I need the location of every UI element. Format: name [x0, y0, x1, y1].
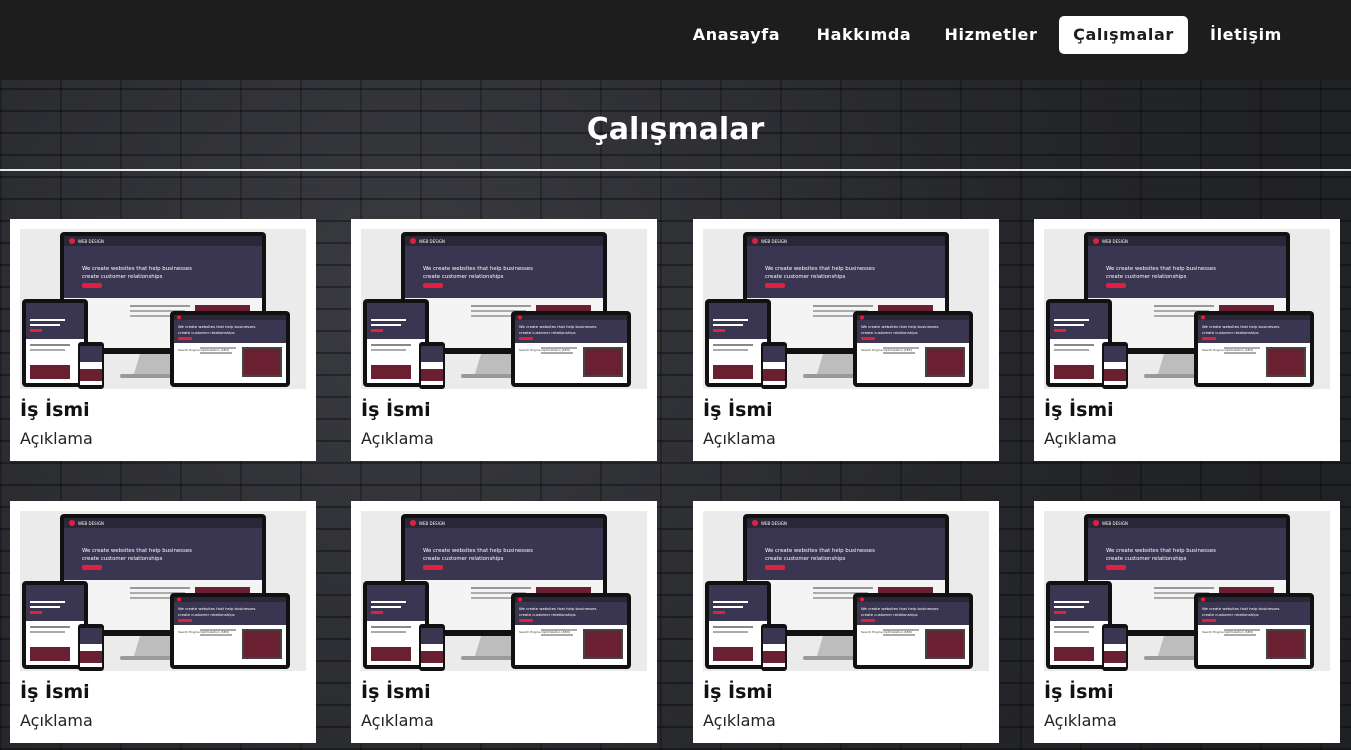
project-title: İş İsmi [20, 681, 90, 703]
svg-text:We create websites that help b: We create websites that help businesses [1202, 606, 1279, 611]
project-description: Açıklama [361, 429, 434, 448]
project-title: İş İsmi [703, 399, 773, 421]
project-description: Açıklama [703, 429, 776, 448]
nav-item-anasayfa[interactable]: Anasayfa [680, 16, 793, 54]
svg-text:WEB DESIGN: WEB DESIGN [78, 239, 104, 244]
svg-text:create customer relationships: create customer relationships [1106, 556, 1187, 562]
project-description: Açıklama [20, 429, 93, 448]
svg-text:We create websites that help b: We create websites that help businesses [519, 606, 596, 611]
responsive-mockup-image: WEB DESIGN We create websites that help … [361, 229, 647, 389]
project-title: İş İsmi [361, 399, 431, 421]
svg-text:WEB DESIGN: WEB DESIGN [1102, 239, 1128, 244]
svg-text:create customer relationships: create customer relationships [861, 612, 918, 617]
svg-text:create customer relationships: create customer relationships [861, 330, 918, 335]
svg-text:We create websites that help b: We create websites that help businesses [178, 606, 255, 611]
svg-text:WEB DESIGN: WEB DESIGN [1102, 521, 1128, 526]
svg-text:create customer relationships: create customer relationships [178, 612, 235, 617]
project-title: İş İsmi [1044, 399, 1114, 421]
responsive-mockup-image: WEB DESIGN We create websites that help … [361, 511, 647, 671]
project-description: Açıklama [20, 711, 93, 730]
svg-text:WEB DESIGN: WEB DESIGN [761, 521, 787, 526]
svg-text:WEB DESIGN: WEB DESIGN [78, 521, 104, 526]
responsive-mockup-image: WEB DESIGN We create websites that help … [1044, 229, 1330, 389]
nav-item-hakkimda[interactable]: Hakkımda [807, 16, 921, 54]
responsive-mockup-image: WEB DESIGN We create websites that help … [703, 229, 989, 389]
project-card[interactable]: WEB DESIGN We create websites that help … [10, 219, 316, 461]
svg-text:create customer relationships: create customer relationships [519, 330, 576, 335]
svg-text:create customer relationships: create customer relationships [178, 330, 235, 335]
project-description: Açıklama [1044, 429, 1117, 448]
responsive-mockup-image: WEB DESIGN We create websites that help … [20, 511, 306, 671]
svg-text:We create websites that help b: We create websites that help businesses [861, 324, 938, 329]
nav-item-hizmetler[interactable]: Hizmetler [935, 16, 1047, 54]
project-card[interactable]: WEB DESIGN We create websites that help … [351, 219, 657, 461]
svg-text:create customer relationships: create customer relationships [423, 556, 504, 562]
svg-text:create customer relationships: create customer relationships [1202, 330, 1259, 335]
project-card[interactable]: WEB DESIGN We create websites that help … [693, 219, 999, 461]
project-thumbnail[interactable]: WEB DESIGN We create websites that help … [703, 229, 989, 389]
section-divider [0, 169, 1351, 171]
svg-text:We create websites that help b: We create websites that help businesses [1106, 266, 1216, 272]
project-thumbnail[interactable]: WEB DESIGN We create websites that help … [361, 229, 647, 389]
svg-text:create customer relationships: create customer relationships [765, 556, 846, 562]
project-title: İş İsmi [20, 399, 90, 421]
svg-text:WEB DESIGN: WEB DESIGN [419, 239, 445, 244]
project-thumbnail[interactable]: WEB DESIGN We create websites that help … [20, 229, 306, 389]
svg-text:We create websites that help b: We create websites that help businesses [519, 324, 596, 329]
project-title: İş İsmi [703, 681, 773, 703]
project-description: Açıklama [361, 711, 434, 730]
responsive-mockup-image: WEB DESIGN We create websites that help … [1044, 511, 1330, 671]
project-thumbnail[interactable]: WEB DESIGN We create websites that help … [1044, 229, 1330, 389]
svg-text:create customer relationships: create customer relationships [82, 556, 163, 562]
nav-item-calismalar[interactable]: Çalışmalar [1059, 16, 1188, 54]
svg-text:create customer relationships: create customer relationships [765, 274, 846, 280]
svg-text:We create websites that help b: We create websites that help businesses [82, 548, 192, 554]
project-card[interactable]: WEB DESIGN We create websites that help … [693, 501, 999, 743]
section-title: Çalışmalar [586, 112, 765, 147]
svg-text:We create websites that help b: We create websites that help businesses [861, 606, 938, 611]
svg-text:create customer relationships: create customer relationships [1202, 612, 1259, 617]
navbar: Anasayfa Hakkımda Hizmetler Çalışmalar İ… [0, 0, 1351, 80]
svg-text:create customer relationships: create customer relationships [519, 612, 576, 617]
project-thumbnail[interactable]: WEB DESIGN We create websites that help … [20, 511, 306, 671]
project-card[interactable]: WEB DESIGN We create websites that help … [10, 501, 316, 743]
svg-text:We create websites that help b: We create websites that help businesses [178, 324, 255, 329]
project-description: Açıklama [703, 711, 776, 730]
responsive-mockup-image: WEB DESIGN We create websites that help … [703, 511, 989, 671]
project-thumbnail[interactable]: WEB DESIGN We create websites that help … [361, 511, 647, 671]
svg-text:create customer relationships: create customer relationships [1106, 274, 1187, 280]
project-card[interactable]: WEB DESIGN We create websites that help … [1034, 501, 1340, 743]
svg-text:WEB DESIGN: WEB DESIGN [761, 239, 787, 244]
project-card[interactable]: WEB DESIGN We create websites that help … [351, 501, 657, 743]
svg-text:create customer relationships: create customer relationships [423, 274, 504, 280]
project-card[interactable]: WEB DESIGN We create websites that help … [1034, 219, 1340, 461]
svg-text:We create websites that help b: We create websites that help businesses [423, 266, 533, 272]
project-description: Açıklama [1044, 711, 1117, 730]
svg-text:We create websites that help b: We create websites that help businesses [1106, 548, 1216, 554]
svg-text:We create websites that help b: We create websites that help businesses [82, 266, 192, 272]
project-thumbnail[interactable]: WEB DESIGN We create websites that help … [703, 511, 989, 671]
svg-text:We create websites that help b: We create websites that help businesses [765, 266, 875, 272]
responsive-mockup-image: WEB DESIGN We create websites that help … [20, 229, 306, 389]
project-thumbnail[interactable]: WEB DESIGN We create websites that help … [1044, 511, 1330, 671]
nav-item-iletisim[interactable]: İletişim [1200, 16, 1292, 54]
svg-text:We create websites that help b: We create websites that help businesses [765, 548, 875, 554]
project-title: İş İsmi [1044, 681, 1114, 703]
project-title: İş İsmi [361, 681, 431, 703]
svg-text:We create websites that help b: We create websites that help businesses [423, 548, 533, 554]
svg-text:WEB DESIGN: WEB DESIGN [419, 521, 445, 526]
svg-text:We create websites that help b: We create websites that help businesses [1202, 324, 1279, 329]
svg-text:create customer relationships: create customer relationships [82, 274, 163, 280]
